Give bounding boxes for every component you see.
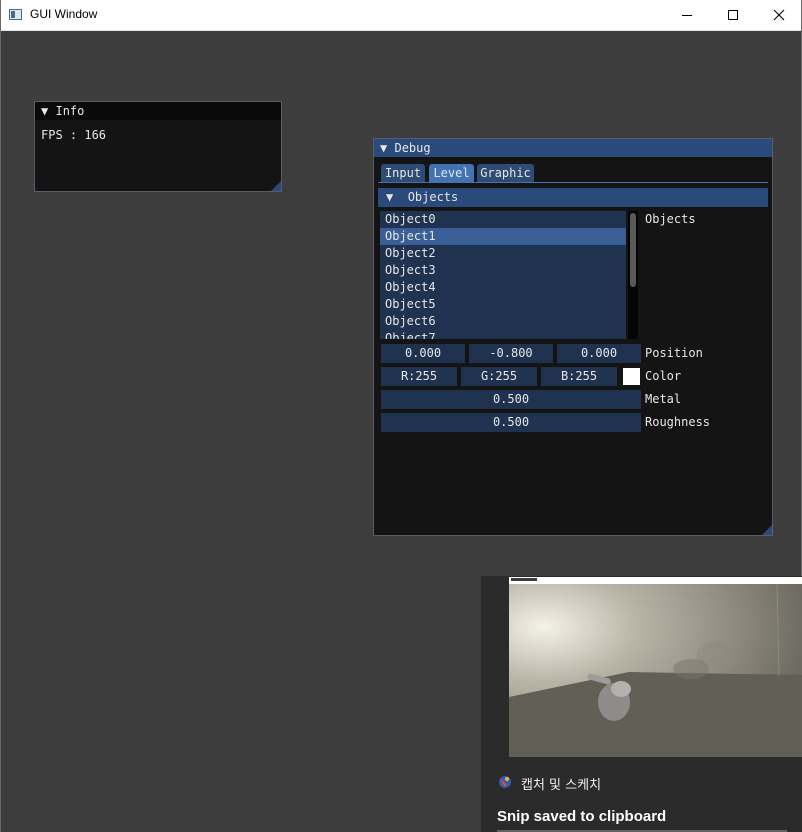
minimize-icon xyxy=(682,15,692,16)
objects-collapsing-header[interactable]: ▼ Objects xyxy=(378,188,768,207)
color-r-field[interactable]: R:255 xyxy=(381,367,457,386)
notification-message: Snip saved to clipboard xyxy=(497,808,667,825)
resize-grip[interactable] xyxy=(271,181,281,191)
debug-panel-title: Debug xyxy=(394,141,431,155)
position-x-field[interactable]: 0.000 xyxy=(381,344,465,363)
color-g-field[interactable]: G:255 xyxy=(461,367,537,386)
color-swatch[interactable] xyxy=(623,368,640,385)
minimize-button[interactable] xyxy=(664,0,710,30)
snip-notification[interactable]: 캡처 및 스케치 Snip saved to clipboard xyxy=(481,576,802,832)
list-item[interactable]: Object0 xyxy=(380,211,626,228)
objects-header-label: Objects xyxy=(407,190,459,204)
roughness-slider[interactable]: 0.500 xyxy=(381,413,641,432)
color-label: Color xyxy=(645,369,682,383)
position-label: Position xyxy=(645,346,703,360)
tab-input[interactable]: Input xyxy=(381,164,425,182)
list-item[interactable]: Object4 xyxy=(380,279,626,296)
position-y-field[interactable]: -0.800 xyxy=(469,344,553,363)
maximize-button[interactable] xyxy=(710,0,756,30)
metal-label: Metal xyxy=(645,392,682,406)
info-panel-titlebar[interactable]: ▼ Info xyxy=(35,102,281,120)
list-item[interactable]: Object5 xyxy=(380,296,626,313)
collapse-arrow-icon[interactable]: ▼ xyxy=(380,141,387,155)
fps-text: FPS : 166 xyxy=(41,128,107,142)
objects-label: Objects xyxy=(645,212,696,226)
maximize-icon xyxy=(728,10,738,20)
debug-panel-titlebar[interactable]: ▼ Debug xyxy=(374,139,772,157)
window-titlebar: GUI Window xyxy=(0,0,802,31)
list-item[interactable]: Object6 xyxy=(380,313,626,330)
objects-listbox[interactable]: Object0 Object1 Object2 Object3 Object4 … xyxy=(380,211,626,339)
list-item[interactable]: Object3 xyxy=(380,262,626,279)
snip-sketch-app-icon xyxy=(499,776,511,788)
color-b-field[interactable]: B:255 xyxy=(541,367,617,386)
metal-slider[interactable]: 0.500 xyxy=(381,390,641,409)
window-title: GUI Window xyxy=(30,7,98,21)
list-item-selected[interactable]: Object1 xyxy=(380,228,626,245)
tab-underline xyxy=(378,182,768,183)
close-icon xyxy=(773,9,785,21)
collapse-arrow-icon[interactable]: ▼ xyxy=(41,104,48,118)
info-panel[interactable]: ▼ Info FPS : 166 xyxy=(34,101,282,192)
roughness-label: Roughness xyxy=(645,415,711,429)
notification-app-name: 캡처 및 스케치 xyxy=(521,778,602,793)
position-z-field[interactable]: 0.000 xyxy=(557,344,641,363)
tab-graphic[interactable]: Graphic xyxy=(477,164,534,182)
objects-scrollbar[interactable] xyxy=(628,211,638,339)
info-panel-title: Info xyxy=(55,104,85,118)
close-button[interactable] xyxy=(756,0,802,30)
tab-level[interactable]: Level xyxy=(429,164,474,182)
snip-thumbnail-image[interactable] xyxy=(509,577,802,757)
chevron-down-icon: ▼ xyxy=(386,190,394,204)
resize-grip[interactable] xyxy=(762,525,772,535)
debug-panel[interactable]: ▼ Debug Input Level Graphic ▼ Objects Ob… xyxy=(373,138,773,536)
list-item[interactable]: Object2 xyxy=(380,245,626,262)
app-window-icon xyxy=(9,9,22,20)
list-item[interactable]: Object7 xyxy=(380,330,626,339)
scrollbar-thumb[interactable] xyxy=(630,213,636,287)
